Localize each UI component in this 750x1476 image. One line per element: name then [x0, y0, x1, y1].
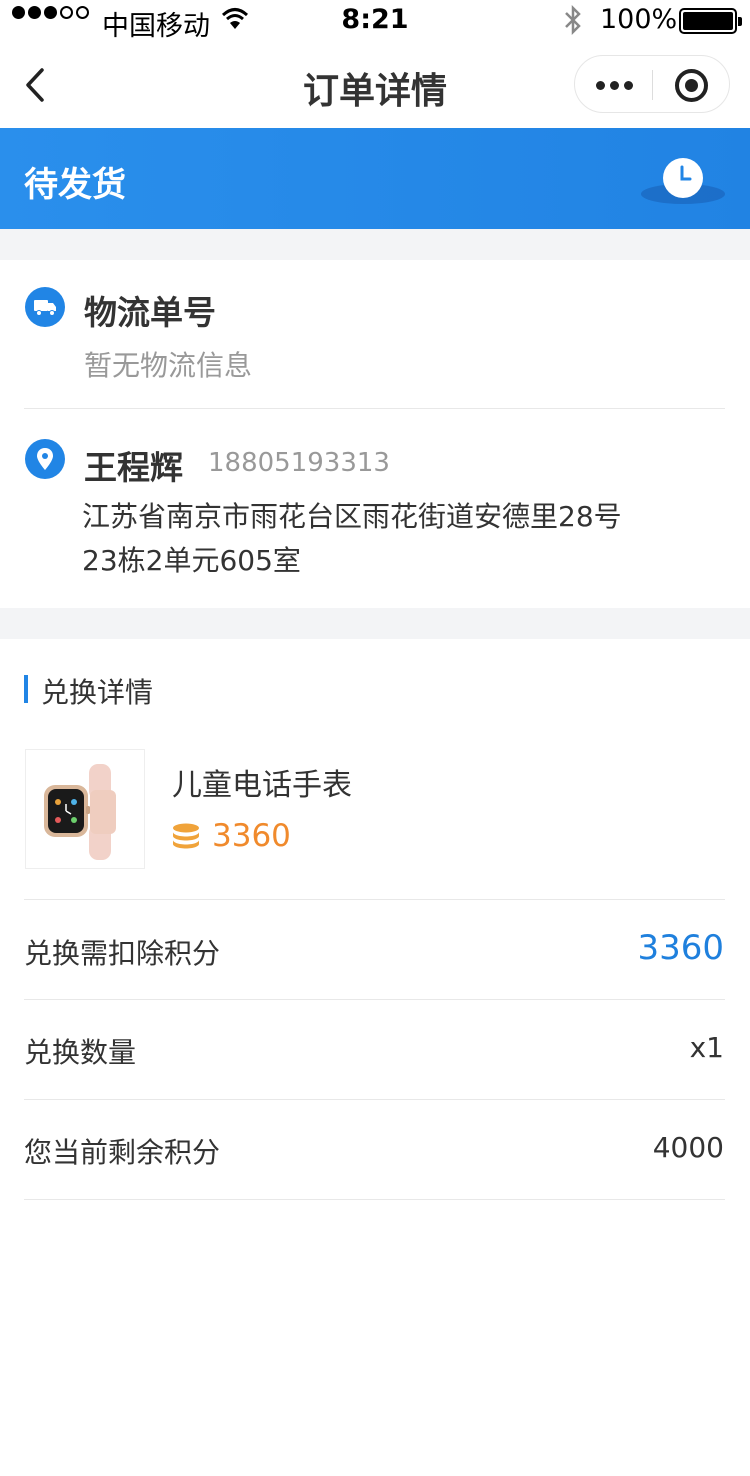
capsule-divider: [652, 70, 653, 100]
bluetooth-icon: [565, 4, 581, 36]
product-name: 儿童电话手表: [172, 768, 352, 803]
battery-icon: [679, 8, 742, 34]
remaining-points-value: 4000: [652, 1131, 724, 1164]
divider: [24, 1199, 725, 1200]
points-deduction-value: 3360: [637, 928, 724, 968]
recipient-address: 江苏省南京市雨花台区雨花街道安德里28号 23栋2单元605室: [82, 495, 722, 583]
mini-program-capsule: [574, 55, 730, 113]
logistics-title: 物流单号: [84, 293, 216, 332]
clock-icon: [663, 158, 703, 198]
section-title: 兑换详情: [41, 676, 154, 709]
truck-icon: [25, 287, 65, 327]
target-icon[interactable]: [675, 69, 708, 102]
coin-stack-icon: [173, 823, 199, 849]
section-gap: [0, 608, 750, 639]
shipping-card: 物流单号 暂无物流信息 王程辉 18805193313 江苏省南京市雨花台区雨花…: [0, 260, 750, 608]
product-points: 3360: [212, 818, 291, 854]
recipient-phone: 18805193313: [208, 448, 390, 478]
logistics-info: 暂无物流信息: [84, 349, 253, 382]
order-status-banner: 待发货: [0, 128, 750, 229]
quantity-label: 兑换数量: [24, 1036, 137, 1069]
location-pin-icon: [25, 439, 65, 479]
battery-percent: 100%: [600, 4, 678, 35]
remaining-points-label: 您当前剩余积分: [24, 1136, 221, 1169]
address-line-2: 23栋2单元605室: [82, 544, 301, 577]
status-bar: 中国移动 8:21 100%: [0, 0, 750, 42]
recipient-name: 王程辉: [84, 448, 183, 487]
divider: [24, 899, 725, 900]
divider: [24, 1099, 725, 1100]
quantity-value: x1: [689, 1031, 724, 1064]
order-status-label: 待发货: [24, 165, 126, 205]
order-detail-page: 中国移动 8:21 100% 订单详情 待发货 物流单号 暂无物流信息 王程辉 …: [0, 0, 750, 1476]
section-gap: [0, 229, 750, 260]
divider: [24, 999, 725, 1000]
section-accent-bar: [24, 675, 28, 703]
product-image[interactable]: [25, 749, 145, 869]
more-dots-icon[interactable]: [575, 56, 653, 114]
divider: [24, 408, 725, 409]
points-deduction-label: 兑换需扣除积分: [24, 937, 221, 970]
navigation-bar: 订单详情: [0, 42, 750, 128]
address-line-1: 江苏省南京市雨花台区雨花街道安德里28号: [82, 500, 622, 533]
